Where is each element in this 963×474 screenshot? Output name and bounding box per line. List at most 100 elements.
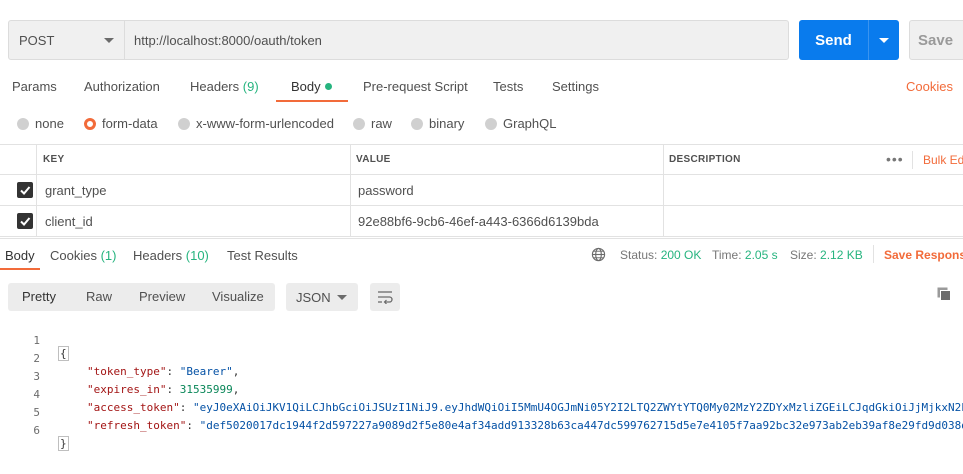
radio-raw[interactable]: raw: [353, 116, 392, 131]
value-cell[interactable]: 92e88bf6-9cb6-46ef-a443-6366d6139bda: [358, 214, 599, 229]
divider: [912, 151, 913, 169]
checkmark-icon: [20, 217, 31, 226]
column-header-value: VALUE: [356, 154, 391, 165]
wrap-lines-button[interactable]: [370, 283, 400, 311]
tab-label: Params: [12, 79, 57, 94]
send-options-button[interactable]: [869, 20, 899, 60]
request-tabs: Params Authorization Headers (9) Body Pr…: [0, 74, 963, 102]
radio-none[interactable]: none: [17, 116, 64, 131]
tab-label: Settings: [552, 79, 599, 94]
tab-label: Pre-request Script: [363, 79, 468, 94]
radio-icon: [178, 117, 190, 130]
response-tab-test-results[interactable]: Test Results: [227, 248, 298, 263]
format-select[interactable]: JSON: [286, 283, 358, 311]
radio-icon: [411, 117, 423, 130]
radio-icon: [17, 117, 29, 130]
tab-tests[interactable]: Tests: [493, 79, 523, 94]
method-label: POST: [19, 32, 55, 48]
more-options-icon[interactable]: •••: [886, 151, 904, 167]
tab-label: Authorization: [84, 79, 160, 94]
send-button[interactable]: Send: [799, 20, 869, 60]
radio-label: raw: [371, 116, 392, 131]
close-brace: }: [58, 436, 69, 451]
table-row: client_id 92e88bf6-9cb6-46ef-a443-6366d6…: [0, 206, 963, 237]
form-data-table: KEY VALUE DESCRIPTION ••• Bulk Edit gran…: [0, 144, 963, 237]
save-response-button[interactable]: Save Response: [884, 248, 963, 262]
radio-form-data[interactable]: form-data: [84, 116, 158, 131]
tab-count: (1): [100, 248, 117, 263]
time-readout: Time: 2.05 s: [712, 248, 778, 262]
chevron-down-icon: [104, 37, 114, 43]
modified-dot-icon: [324, 83, 332, 90]
response-tab-headers[interactable]: Headers (10): [133, 248, 209, 263]
format-label: JSON: [296, 289, 331, 305]
view-raw-button[interactable]: Raw: [86, 289, 112, 304]
size-value: 2.12 KB: [820, 248, 863, 262]
tab-count: (10): [185, 248, 209, 263]
code-line: 2 "token_type": "Bearer",: [0, 339, 963, 378]
radio-icon: [485, 117, 497, 130]
request-bar: POST http://localhost:8000/oauth/token: [8, 20, 789, 60]
radio-x-www-form-urlencoded[interactable]: x-www-form-urlencoded: [178, 116, 334, 131]
status-value: 200 OK: [660, 248, 702, 262]
divider: [873, 245, 874, 263]
radio-icon: [353, 117, 365, 130]
radio-label: binary: [429, 116, 465, 131]
row-checkbox[interactable]: [17, 213, 33, 229]
chevron-down-icon: [879, 37, 889, 43]
radio-label: none: [35, 116, 64, 131]
cookies-link[interactable]: Cookies: [906, 79, 953, 94]
wrap-lines-icon: [378, 291, 393, 304]
copy-icon[interactable]: [936, 286, 952, 302]
status-readout: Status: 200 OK: [620, 248, 701, 262]
status-label: Status:: [620, 248, 658, 262]
radio-label: x-www-form-urlencoded: [196, 116, 334, 131]
radio-label: form-data: [102, 116, 158, 131]
key-cell[interactable]: client_id: [45, 214, 93, 229]
view-preview-button[interactable]: Preview: [139, 289, 185, 304]
response-tab-cookies[interactable]: Cookies (1): [50, 248, 116, 263]
tab-headers[interactable]: Headers (9): [190, 79, 259, 94]
radio-label: GraphQL: [503, 116, 557, 131]
size-label: Size:: [790, 248, 817, 262]
code-line: 6 }: [0, 411, 963, 451]
view-visualize-button[interactable]: Visualize: [212, 289, 264, 304]
tab-count: (9): [242, 79, 259, 94]
url-input[interactable]: http://localhost:8000/oauth/token: [125, 21, 788, 59]
table-header: KEY VALUE DESCRIPTION ••• Bulk Edit: [0, 145, 963, 175]
view-mode-group: Pretty Raw Preview Visualize: [8, 283, 275, 311]
tab-label: Test Results: [227, 248, 298, 263]
code-line: 5 "refresh_token": "def5020017dc1944f2d5…: [0, 393, 963, 432]
tab-label: Headers: [133, 248, 183, 263]
code-line: 1 {: [0, 321, 963, 361]
body-type-radios: none form-data x-www-form-urlencoded raw…: [0, 114, 963, 134]
tab-params[interactable]: Params: [12, 79, 57, 94]
row-checkbox[interactable]: [17, 182, 33, 198]
bulk-edit-button[interactable]: Bulk Edit: [923, 153, 963, 167]
key-cell[interactable]: grant_type: [45, 183, 106, 198]
save-button[interactable]: Save: [909, 20, 963, 60]
tab-body[interactable]: Body: [291, 79, 332, 94]
view-pretty-button[interactable]: Pretty: [22, 289, 56, 304]
column-header-description: DESCRIPTION: [669, 154, 741, 165]
radio-binary[interactable]: binary: [411, 116, 464, 131]
response-tab-body[interactable]: Body: [5, 248, 35, 263]
code-line: 3 "expires_in": 31535999,: [0, 357, 963, 396]
tab-label: Body: [291, 79, 321, 94]
radio-graphql[interactable]: GraphQL: [485, 116, 556, 131]
tab-authorization[interactable]: Authorization: [84, 79, 160, 94]
tab-pre-request-script[interactable]: Pre-request Script: [363, 79, 468, 94]
method-select[interactable]: POST: [9, 21, 125, 59]
code-line: 4 "access_token": "eyJ0eXAiOiJKV1QiLCJhb…: [0, 375, 963, 414]
time-value: 2.05 s: [744, 248, 778, 262]
time-label: Time:: [712, 248, 742, 262]
chevron-down-icon: [337, 294, 347, 300]
radio-selected-icon: [84, 117, 96, 130]
send-button-group: Send: [799, 20, 899, 60]
column-header-key: KEY: [43, 154, 65, 165]
code-text: }: [58, 436, 69, 451]
value-cell[interactable]: password: [358, 183, 414, 198]
tab-settings[interactable]: Settings: [552, 79, 599, 94]
checkmark-icon: [20, 186, 31, 195]
globe-icon[interactable]: [591, 247, 606, 262]
